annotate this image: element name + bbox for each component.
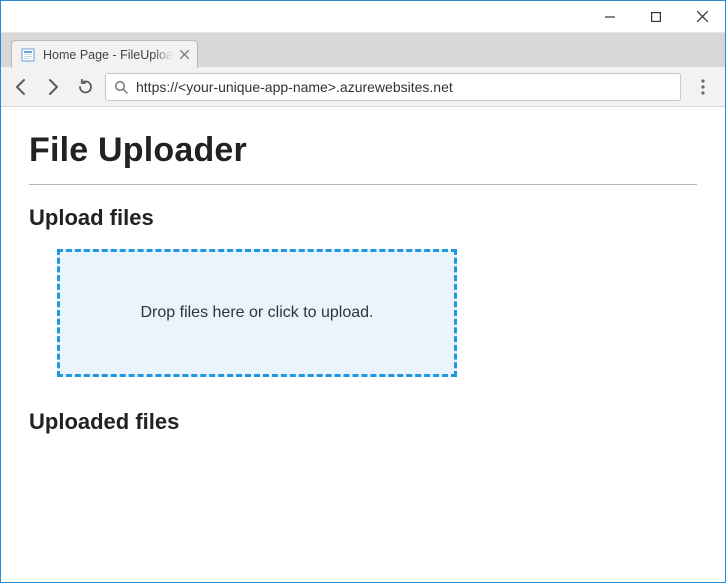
toolbar: https://<your-unique-app-name>.azurewebs… [1,67,725,107]
dropzone-text: Drop files here or click to upload. [141,304,374,322]
tab-close-icon[interactable] [180,50,189,59]
url-text: https://<your-unique-app-name>.azurewebs… [136,79,672,95]
uploaded-files-heading: Uploaded files [29,409,697,435]
upload-dropzone[interactable]: Drop files here or click to upload. [57,249,457,377]
back-button[interactable] [9,75,33,99]
forward-button[interactable] [41,75,65,99]
browser-tab[interactable]: Home Page - FileUploade [11,40,198,68]
browser-menu-button[interactable] [689,73,717,101]
tab-strip: Home Page - FileUploade [1,33,725,67]
browser-window: Home Page - FileUploade https://<your-un… [0,0,726,583]
divider [29,184,697,185]
window-titlebar [1,1,725,33]
search-icon [114,80,128,94]
page-favicon-icon [20,47,36,63]
address-bar[interactable]: https://<your-unique-app-name>.azurewebs… [105,73,681,101]
tab-title: Home Page - FileUploade [43,48,173,62]
window-close-button[interactable] [679,1,725,32]
reload-button[interactable] [73,75,97,99]
page-title: File Uploader [29,131,697,170]
window-maximize-button[interactable] [633,1,679,32]
window-minimize-button[interactable] [587,1,633,32]
page-content: File Uploader Upload files Drop files he… [1,107,725,582]
upload-files-heading: Upload files [29,205,697,231]
